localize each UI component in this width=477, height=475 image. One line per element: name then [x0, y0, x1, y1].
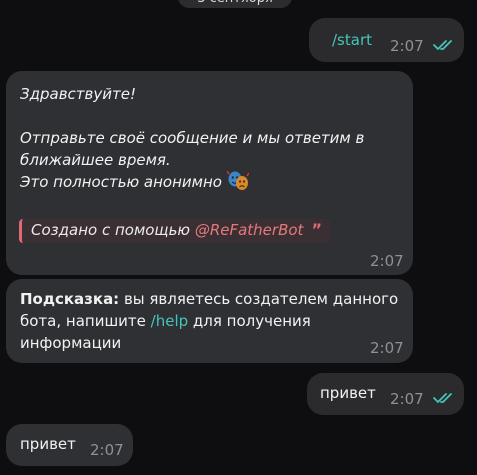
message-body: Подсказка: вы являетесь создателем данно… — [20, 288, 400, 354]
message-time: 2:07 — [90, 441, 124, 459]
quote-prefix: Создано с помощью — [31, 221, 191, 239]
outgoing-message-start[interactable]: /start 2:07 — [309, 18, 464, 62]
incoming-message-hint[interactable]: Подсказка: вы являетесь создателем данно… — [6, 279, 413, 363]
outgoing-message-hello[interactable]: привет 2:07 — [307, 373, 464, 415]
incoming-message-hello[interactable]: привет 2:07 — [6, 424, 133, 466]
double-check-icon — [432, 37, 456, 56]
incoming-message-welcome[interactable]: Здравствуйте! Отправьте своё сообщение и… — [6, 71, 413, 275]
welcome-line-3: Это полностью анонимно — [20, 170, 400, 193]
quote-mark-icon: ” — [311, 220, 322, 239]
message-text: привет — [20, 435, 76, 453]
hint-text-4: информации — [20, 334, 122, 352]
created-with-quote[interactable]: Создано с помощью @ReFatherBot ” — [19, 219, 330, 243]
message-text[interactable]: /start — [332, 31, 372, 49]
refatherbot-mention-link[interactable]: @ReFatherBot — [195, 221, 304, 239]
help-command-link[interactable]: /help — [151, 312, 188, 330]
hint-text-3: для получения — [188, 312, 311, 330]
message-body: Здравствуйте! Отправьте своё сообщение и… — [20, 83, 400, 193]
welcome-line-1: Отправьте своё сообщение и мы ответим в — [20, 129, 365, 147]
greeting-text: Здравствуйте! — [20, 85, 136, 103]
theater-masks-icon — [226, 170, 250, 191]
date-separator: 3 сентября — [178, 0, 292, 8]
message-time: 2:07 — [370, 339, 404, 357]
message-time: 2:07 — [390, 37, 424, 55]
double-check-icon — [432, 390, 456, 409]
message-time: 2:07 — [370, 252, 404, 270]
hint-text-2: бота, напишите — [20, 312, 151, 330]
hint-label: Подсказка: — [20, 290, 120, 308]
message-time: 2:07 — [390, 390, 424, 408]
hint-text-1: вы являетесь создателем данного — [119, 290, 399, 308]
welcome-line-3-text: Это полностью анонимно — [20, 173, 222, 191]
message-text: привет — [320, 384, 376, 402]
welcome-line-2: ближайшее время. — [20, 151, 171, 169]
